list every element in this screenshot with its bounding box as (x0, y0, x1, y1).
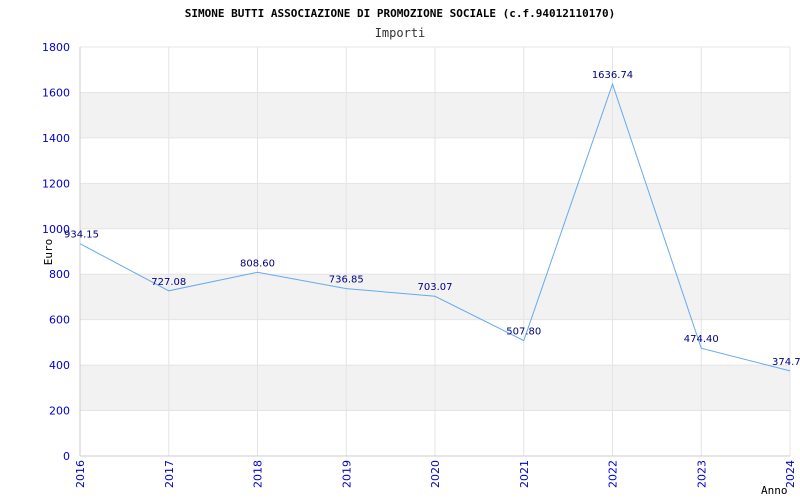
x-tick-label: 2023 (695, 460, 708, 488)
x-tick-label: 2021 (518, 460, 531, 488)
y-tick-label: 0 (63, 450, 70, 463)
y-tick-label: 1200 (42, 177, 70, 190)
y-tick-label: 800 (49, 268, 70, 281)
x-tick-label: 2022 (607, 460, 620, 488)
data-label: 374.7 (772, 357, 800, 368)
data-label: 474.40 (684, 334, 719, 345)
x-tick-label: 2016 (74, 460, 87, 488)
y-tick-label: 400 (49, 359, 70, 372)
x-tick-labels: 2016 2017 2018 2019 2020 2021 2022 2023 2024 (74, 460, 797, 488)
chart-title: SIMONE BUTTI ASSOCIAZIONE DI PROMOZIONE … (185, 7, 615, 20)
data-label: 808.60 (240, 258, 275, 269)
x-tick-label: 2017 (163, 460, 176, 488)
data-label: 934.15 (64, 230, 99, 241)
x-axis-label: Anno (761, 484, 788, 497)
y-tick-label: 200 (49, 405, 70, 418)
y-tick-label: 1800 (42, 41, 70, 54)
line-chart: 020040060080010001200140016001800 2016 20… (42, 7, 800, 497)
data-label: 703.07 (418, 282, 453, 293)
x-tick-label: 2019 (340, 460, 353, 488)
x-tick-label: 2018 (252, 460, 265, 488)
y-axis-label: Euro (42, 239, 55, 266)
chart-subtitle: Importi (375, 26, 426, 40)
y-tick-label: 1400 (42, 132, 70, 145)
y-tick-label: 1600 (42, 86, 70, 99)
data-label: 507.80 (506, 327, 541, 338)
y-tick-label: 600 (49, 314, 70, 327)
x-tick-label: 2020 (429, 460, 442, 488)
data-label: 727.08 (151, 277, 186, 288)
data-label: 736.85 (329, 275, 364, 286)
data-label: 1636.74 (592, 70, 633, 81)
